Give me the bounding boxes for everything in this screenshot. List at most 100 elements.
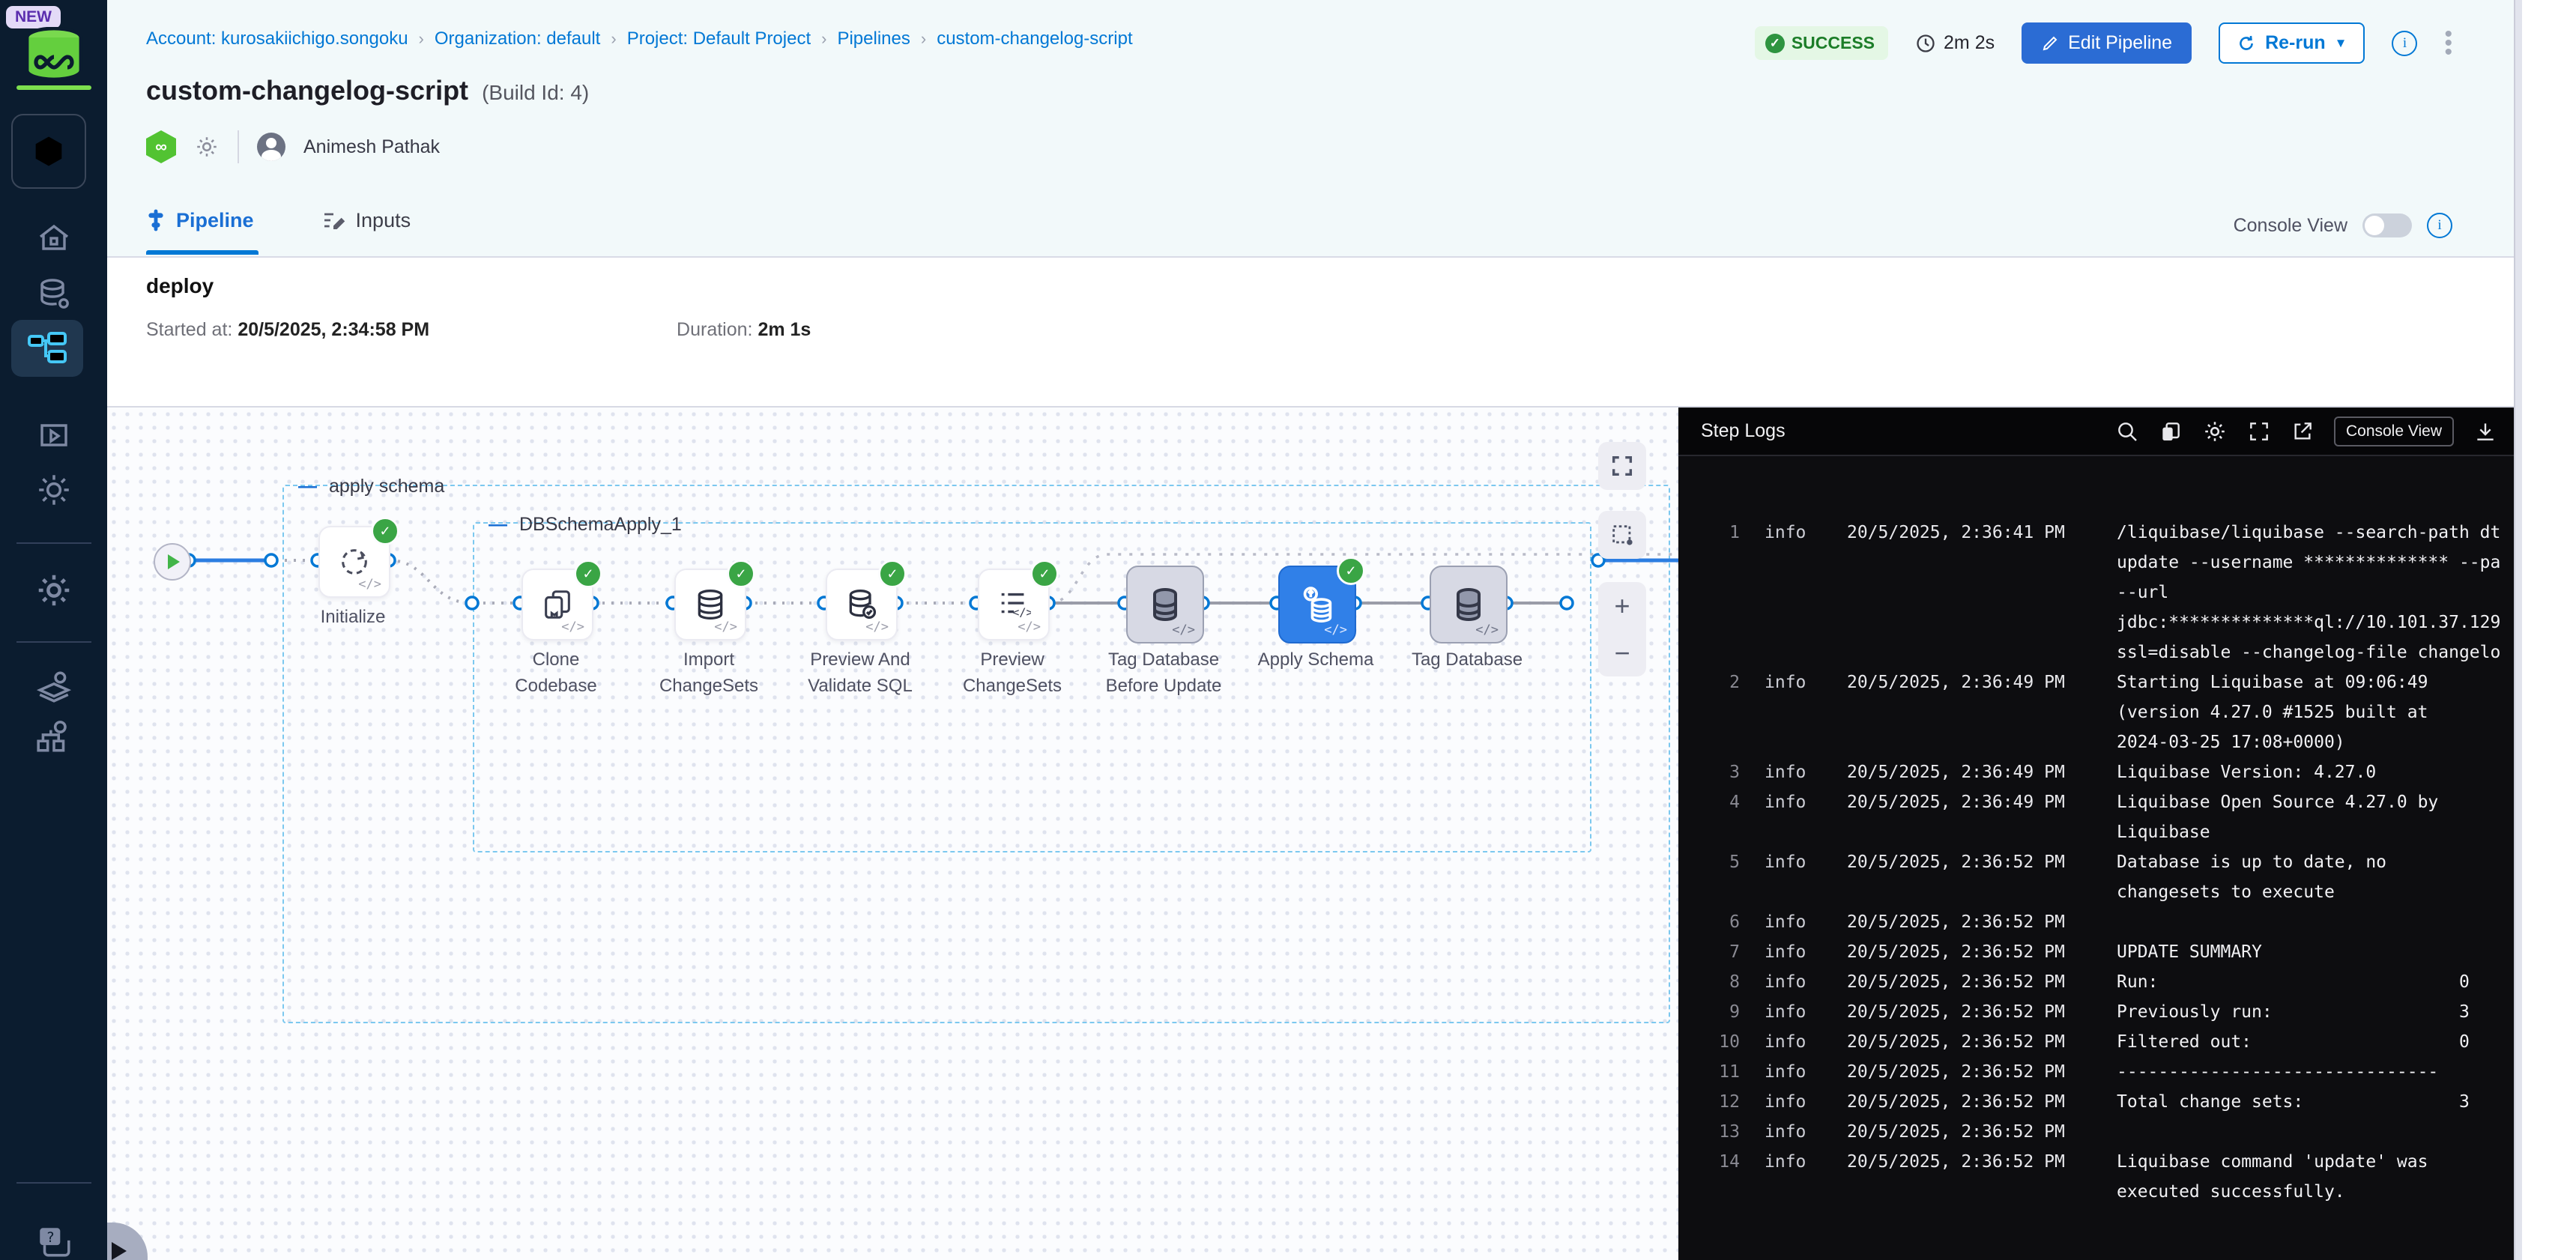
rerun-info-icon[interactable]: i [2392, 31, 2417, 56]
log-message: Starting Liquibase at 09:06:49(version 4… [2117, 667, 2514, 757]
log-row: 4 info 20/5/2025, 2:36:49 PM Liquibase O… [1678, 787, 2514, 847]
rerun-button[interactable]: Re-run ▼ [2219, 22, 2365, 64]
expand-arrow-icon [112, 1242, 127, 1260]
zoom-out-button[interactable]: − [1614, 637, 1630, 669]
nav-database-settings[interactable] [0, 276, 107, 315]
step-node-apply-schema-selected[interactable]: ✓ </> [1278, 566, 1356, 643]
database-icon [1451, 587, 1487, 623]
step-node-tag-database[interactable]: </> [1430, 566, 1508, 643]
breadcrumb-current[interactable]: custom-changelog-script [937, 28, 1132, 49]
log-row: 10 info 20/5/2025, 2:36:52 PM Filtered o… [1678, 1027, 2514, 1057]
nav-infrastructure[interactable] [0, 716, 107, 757]
log-row: 11 info 20/5/2025, 2:36:52 PM ----------… [1678, 1057, 2514, 1087]
step-node-initialize[interactable]: ✓ </> [318, 526, 390, 598]
module-selector-button[interactable] [11, 114, 86, 189]
log-message: Liquibase Open Source 4.27.0 byLiquibase [2117, 787, 2514, 847]
log-lines[interactable]: 1 info 20/5/2025, 2:36:41 PM /liquibase/… [1678, 456, 2514, 1260]
database-devops-logo-icon[interactable] [21, 27, 87, 86]
pipeline-flow-icon [28, 332, 67, 365]
nav-environment[interactable] [0, 470, 107, 509]
fit-to-screen-button[interactable] [1598, 442, 1646, 490]
chevron-right-icon: › [921, 29, 926, 49]
logs-console-view-button[interactable]: Console View [2334, 417, 2454, 446]
database-icon [1147, 587, 1183, 623]
svg-text:?: ? [46, 1230, 54, 1246]
log-message: Previously run: 3 [2117, 997, 2514, 1027]
console-view-control: Console View i [2234, 213, 2452, 238]
zoom-in-button[interactable]: + [1614, 590, 1630, 622]
log-line-number: 5 [1695, 847, 1740, 877]
open-in-new-icon[interactable] [2291, 420, 2315, 443]
log-level: info [1765, 1117, 1817, 1147]
step-node-import-changesets[interactable]: ✓ </> [674, 569, 746, 640]
search-icon[interactable] [2115, 420, 2139, 443]
avatar [257, 133, 285, 161]
refresh-icon [337, 545, 372, 579]
pencil-icon [2041, 34, 2059, 52]
pipeline-start-node[interactable] [154, 543, 191, 581]
nav-layers[interactable] [0, 667, 107, 707]
step-node-preview-validate-sql[interactable]: ✓ </> [826, 569, 898, 640]
log-row: 8 info 20/5/2025, 2:36:52 PM Run: 0 [1678, 967, 2514, 997]
duration-value: 2m 1s [758, 319, 811, 340]
nav-help[interactable]: ? [0, 1221, 107, 1260]
marquee-select-button[interactable] [1598, 511, 1646, 559]
pipeline-meta-row: ∞ Animesh Pathak [146, 129, 440, 165]
nav-settings[interactable] [0, 569, 107, 611]
copy-icon[interactable] [2159, 420, 2183, 443]
console-view-info-icon[interactable]: i [2427, 213, 2452, 238]
log-message: Total change sets: 3 [2117, 1087, 2514, 1117]
breadcrumb-org[interactable]: Organization: default [435, 28, 600, 49]
tab-inputs[interactable]: Inputs [321, 208, 411, 232]
log-level: info [1765, 937, 1817, 967]
step-node-tag-database-before-update[interactable]: </> [1126, 566, 1204, 643]
fullscreen-icon [1609, 453, 1635, 479]
tab-pipeline[interactable]: Pipeline [146, 208, 254, 232]
breadcrumb-project[interactable]: Project: Default Project [627, 28, 811, 49]
log-row: 2 info 20/5/2025, 2:36:49 PM Starting Li… [1678, 667, 2514, 757]
log-level: info [1765, 1087, 1817, 1117]
log-line-number: 2 [1695, 667, 1740, 697]
step-logs-panel: Step Logs Console View 1 info 20/5/2025,… [1678, 408, 2514, 1260]
log-message: Database is up to date, nochangesets to … [2117, 847, 2514, 907]
log-timestamp: 20/5/2025, 2:36:41 PM [1847, 518, 2094, 548]
pipeline-canvas[interactable]: —apply schema —DBSchemaApply_1 [107, 408, 1678, 1260]
pipeline-tab-icon [146, 208, 166, 232]
scrollbar-track[interactable] [2515, 0, 2522, 1260]
nav-executions[interactable] [0, 417, 107, 455]
log-message [2117, 1117, 2514, 1147]
duration-label: Duration: [677, 319, 752, 340]
log-row: 5 info 20/5/2025, 2:36:52 PM Database is… [1678, 847, 2514, 907]
database-gear-icon [36, 277, 72, 313]
edit-pipeline-button[interactable]: Edit Pipeline [2022, 22, 2192, 64]
inputs-tab-icon [321, 208, 345, 232]
console-view-label: Console View [2234, 215, 2347, 237]
left-sidebar: NEW [0, 0, 107, 1260]
log-timestamp: 20/5/2025, 2:36:52 PM [1847, 937, 2094, 967]
nav-pipelines-selected[interactable] [11, 320, 83, 377]
log-level: info [1765, 967, 1817, 997]
console-view-toggle[interactable] [2362, 213, 2412, 237]
page-header: Account: kurosakiichigo.songoku › Organiz… [107, 0, 2514, 258]
log-message [2117, 907, 2514, 937]
logs-toolbar: Console View [2115, 417, 2497, 446]
more-options-icon[interactable]: ••• [2444, 30, 2452, 57]
log-timestamp: 20/5/2025, 2:36:49 PM [1847, 787, 2094, 817]
success-check-icon: ✓ [1030, 560, 1059, 588]
breadcrumb-pipelines[interactable]: Pipelines [837, 28, 910, 49]
log-message: /liquibase/liquibase --search-path dtupd… [2117, 518, 2514, 667]
breadcrumb-account[interactable]: Account: kurosakiichigo.songoku [146, 28, 408, 49]
build-id: (Build Id: 4) [482, 81, 589, 105]
settings-gear-icon[interactable] [2202, 419, 2228, 444]
nav-home[interactable] [0, 219, 107, 258]
pipeline-settings-gear-icon[interactable] [194, 134, 220, 160]
step-node-preview-changesets[interactable]: </> ✓ </> [978, 569, 1050, 640]
log-level: info [1765, 518, 1817, 548]
download-icon[interactable] [2473, 420, 2497, 443]
new-badge: NEW [6, 6, 61, 28]
fullscreen-icon[interactable] [2247, 420, 2271, 443]
step-label: Tag Database [1385, 646, 1549, 673]
step-node-clone-codebase[interactable]: ✓ </> [521, 569, 593, 640]
step-logs-header: Step Logs Console View [1678, 408, 2514, 456]
caret-down-icon: ▼ [2335, 36, 2347, 51]
